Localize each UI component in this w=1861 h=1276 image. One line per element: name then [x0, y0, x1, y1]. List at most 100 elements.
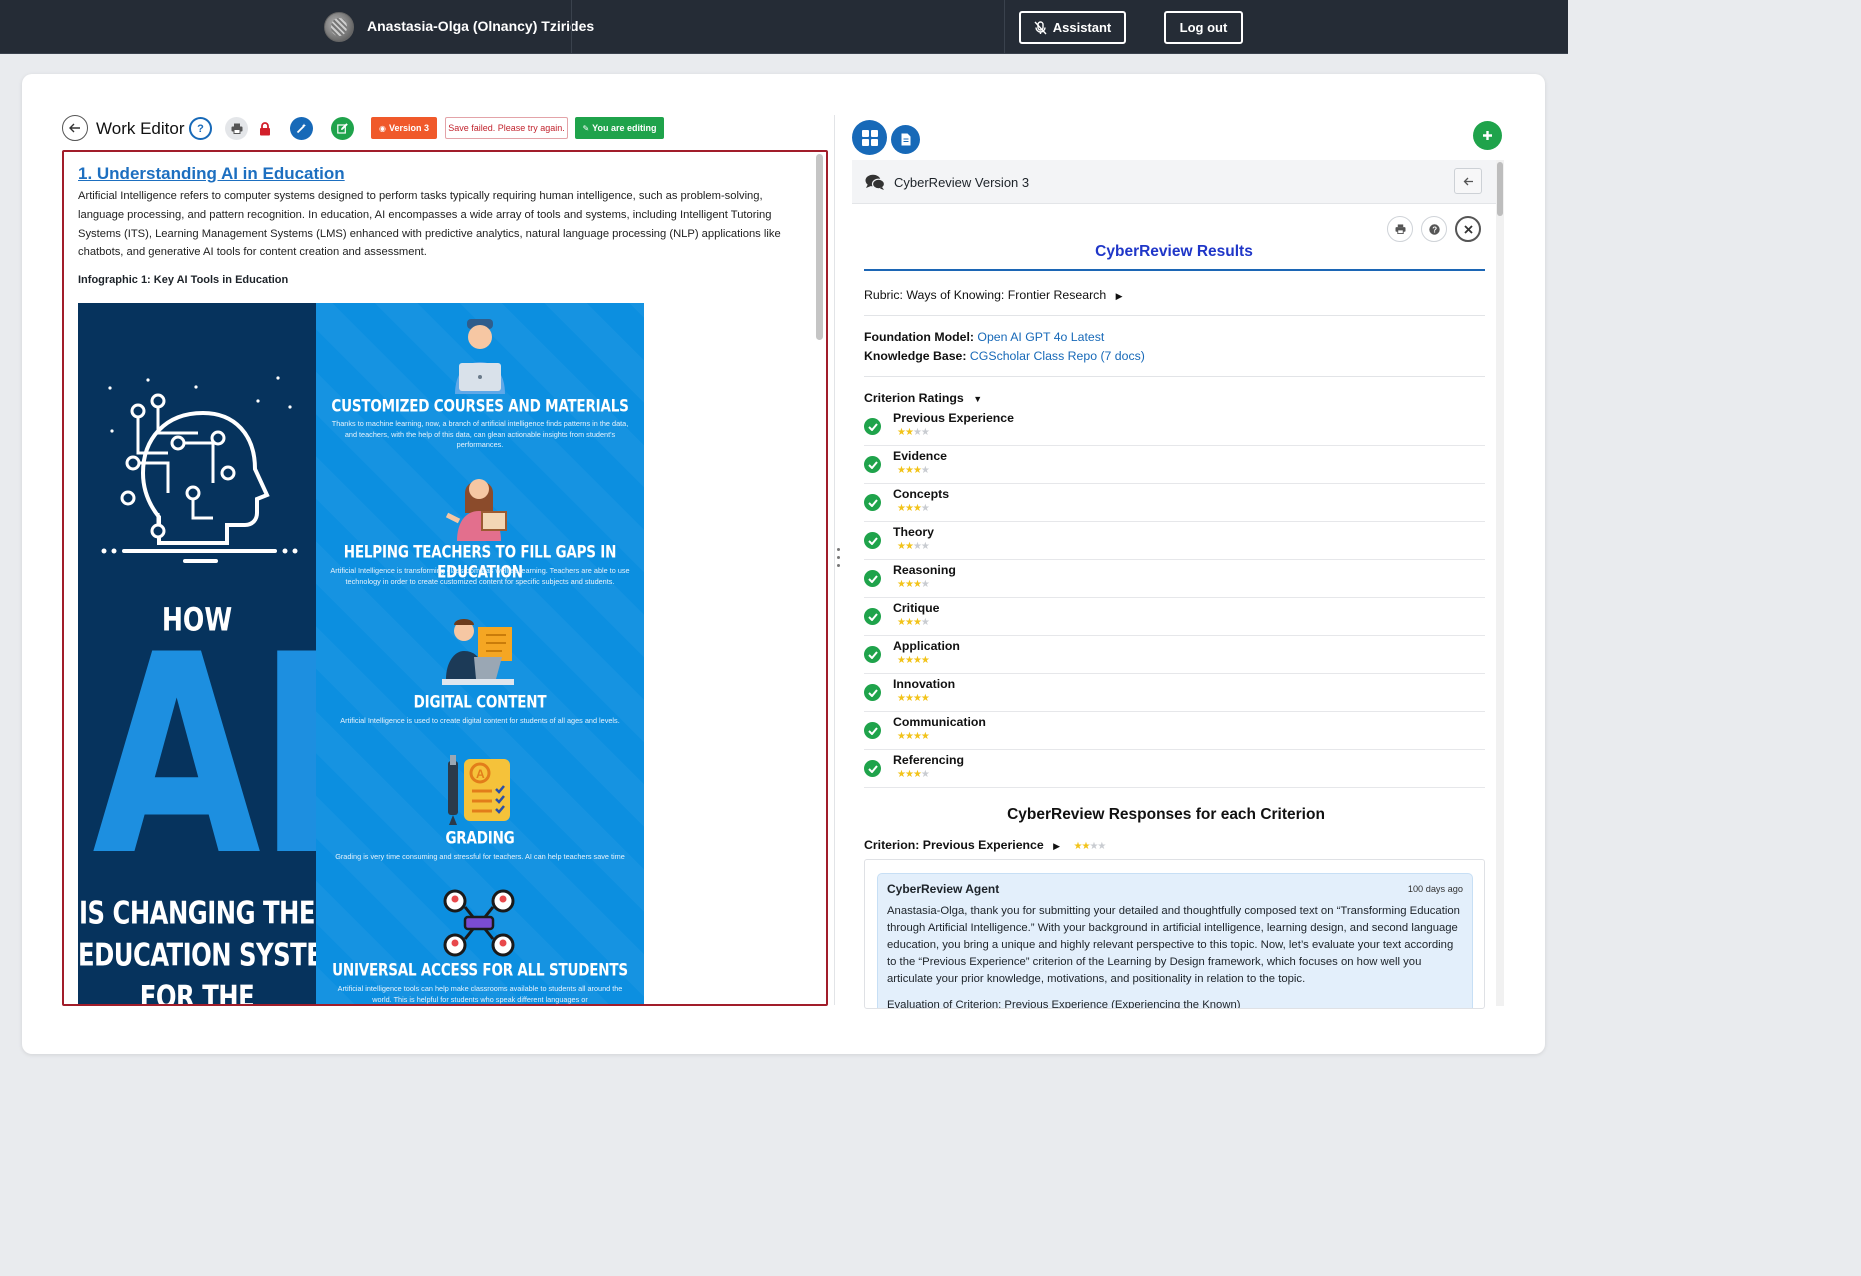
- criterion-row[interactable]: Referencing ★★★★: [864, 750, 1485, 788]
- question-circle-icon: ?: [1428, 223, 1440, 235]
- infographic-caption[interactable]: Infographic 1: Key AI Tools in Education: [78, 274, 288, 286]
- infographic-ai-text: AI: [92, 596, 338, 916]
- caret-down-icon: ▼: [973, 394, 983, 404]
- lock-icon[interactable]: [259, 122, 271, 141]
- add-button[interactable]: [1473, 121, 1502, 150]
- star-filled-icon: ★: [912, 617, 922, 628]
- criterion-star-rating: ★★★★: [897, 465, 930, 476]
- top-navigation-bar: Anastasia-Olga (Olnancy) Tzirides Assist…: [0, 0, 1568, 54]
- criterion-name: Referencing: [893, 753, 965, 767]
- knowledge-base-link[interactable]: CGScholar Class Repo (7 docs): [970, 349, 1145, 363]
- criterion-star-rating: ★★★★: [897, 617, 930, 628]
- criterion-name: Innovation: [893, 677, 956, 691]
- star-filled-icon: ★: [920, 693, 930, 704]
- star-filled-icon: ★: [904, 503, 914, 514]
- user-avatar[interactable]: [324, 12, 354, 42]
- star-filled-icon: ★: [912, 465, 922, 476]
- edit-tools-button[interactable]: [290, 117, 313, 140]
- criterion-star-rating: ★★★★: [897, 731, 930, 742]
- document-heading[interactable]: 1. Understanding AI in Education: [78, 164, 345, 184]
- svg-text:A: A: [476, 767, 485, 781]
- divider: [864, 376, 1485, 377]
- help-button[interactable]: ?: [189, 117, 212, 140]
- back-button[interactable]: [62, 115, 88, 141]
- edit-button[interactable]: [331, 117, 354, 140]
- star-empty-icon: ★: [920, 617, 930, 628]
- star-filled-icon: ★: [904, 655, 914, 666]
- criterion-star-rating: ★★★★: [897, 693, 930, 704]
- criterion-name: Application: [893, 639, 960, 653]
- criterion-ratings-toggle[interactable]: Criterion Ratings ▼: [864, 391, 982, 405]
- results-help-button[interactable]: ?: [1421, 216, 1447, 242]
- editor-scrollbar[interactable]: [816, 154, 823, 340]
- star-empty-icon: ★: [920, 769, 930, 780]
- criterion-row[interactable]: Innovation ★★★★: [864, 674, 1485, 712]
- check-circle-icon: [864, 456, 881, 473]
- criterion-row[interactable]: Theory ★★★★: [864, 522, 1485, 560]
- criterion-name: Theory: [893, 525, 934, 539]
- criterion-row[interactable]: Application ★★★★: [864, 636, 1485, 674]
- knowledge-base-row: Knowledge Base: CGScholar Class Repo (7 …: [864, 349, 1145, 363]
- infographic-image: HOW AI IS CHANGING THE EDUCATION SYSTEM …: [78, 303, 644, 1004]
- knowledge-base-label: Knowledge Base:: [864, 349, 967, 363]
- panel-back-button[interactable]: [1454, 168, 1482, 194]
- panel-resize-handle[interactable]: [837, 548, 841, 572]
- star-empty-icon: ★: [1097, 841, 1106, 852]
- star-filled-icon: ★: [897, 579, 906, 590]
- criterion-row[interactable]: Concepts ★★★★: [864, 484, 1485, 522]
- question-icon: ?: [197, 122, 204, 135]
- caret-right-icon: ▶: [1115, 291, 1123, 301]
- star-empty-icon: ★: [920, 503, 930, 514]
- divider: [864, 315, 1485, 316]
- star-filled-icon: ★: [904, 731, 914, 742]
- star-filled-icon: ★: [920, 731, 930, 742]
- message-body: Anastasia-Olga, thank you for submitting…: [887, 905, 1460, 985]
- print-button[interactable]: [225, 117, 248, 140]
- user-name: Anastasia-Olga (Olnancy) Tzirides: [367, 18, 595, 34]
- criterion-row[interactable]: Critique ★★★★: [864, 598, 1485, 636]
- infographic-section-title: DIGITAL CONTENT: [413, 692, 547, 712]
- foundation-model-link[interactable]: Open AI GPT 4o Latest: [977, 330, 1104, 344]
- criterion-star-rating: ★★★★: [897, 579, 930, 590]
- star-filled-icon: ★: [897, 541, 906, 552]
- criterion-response-toggle[interactable]: Criterion: Previous Experience ▶ ★★★★: [864, 838, 1106, 852]
- panel-scrollbar-thumb[interactable]: [1497, 162, 1503, 216]
- rubric-toggle[interactable]: Rubric: Ways of Knowing: Frontier Resear…: [864, 288, 1123, 302]
- version-tag[interactable]: ◉ Version 3: [371, 117, 437, 139]
- assistant-label: Assistant: [1052, 20, 1112, 35]
- magic-wand-icon: [296, 123, 306, 134]
- document-view-button[interactable]: [891, 125, 920, 154]
- logout-label: Log out: [1179, 20, 1228, 35]
- infographic-section-title: UNIVERSAL ACCESS FOR ALL STUDENTS: [332, 960, 628, 980]
- star-filled-icon: ★: [904, 693, 914, 704]
- document-paragraph[interactable]: Artificial Intelligence refers to comput…: [78, 187, 798, 262]
- edit-icon: ✎: [582, 123, 590, 133]
- close-results-button[interactable]: [1455, 216, 1481, 242]
- check-circle-icon: [864, 494, 881, 511]
- layout-grid-button[interactable]: [852, 120, 887, 155]
- star-filled-icon: ★: [912, 655, 922, 666]
- document-editor[interactable]: 1. Understanding AI in Education Artific…: [62, 150, 828, 1006]
- criterion-row[interactable]: Reasoning ★★★★: [864, 560, 1485, 598]
- infographic-section-text: Artificial intelligence tools can help m…: [337, 984, 623, 1004]
- divider: [1004, 0, 1005, 54]
- caret-right-icon: ▶: [1053, 841, 1061, 851]
- comments-icon: [865, 174, 885, 190]
- criterion-row[interactable]: Communication ★★★★: [864, 712, 1485, 750]
- print-results-button[interactable]: [1387, 216, 1413, 242]
- divider: [571, 0, 572, 54]
- grid-icon: [861, 129, 878, 146]
- star-filled-icon: ★: [897, 503, 906, 514]
- panel-scrollbar-track[interactable]: [1496, 160, 1504, 1006]
- star-empty-icon: ★: [920, 427, 930, 438]
- editing-status-label: You are editing: [592, 123, 657, 133]
- assistant-button[interactable]: Assistant: [1019, 11, 1126, 44]
- infographic-section-text: Artificial Intelligence is transforming …: [330, 566, 630, 586]
- logout-button[interactable]: Log out: [1164, 11, 1243, 44]
- criterion-name: Communication: [893, 715, 986, 729]
- star-filled-icon: ★: [904, 579, 914, 590]
- microphone-off-icon: [1034, 20, 1047, 34]
- star-empty-icon: ★: [920, 541, 930, 552]
- criterion-row[interactable]: Evidence ★★★★: [864, 446, 1485, 484]
- criterion-row[interactable]: Previous Experience ★★★★: [864, 408, 1485, 446]
